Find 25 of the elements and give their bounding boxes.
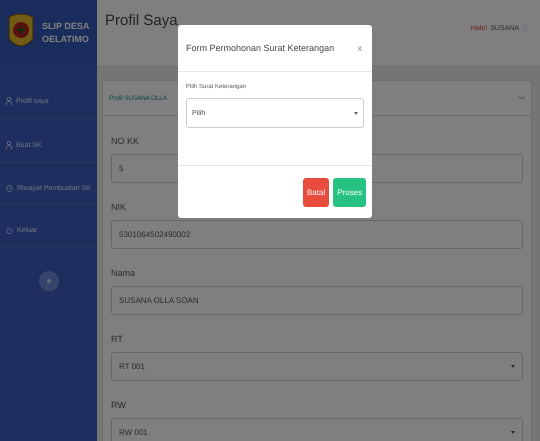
- field-label: Nama: [111, 268, 136, 278]
- submit-button[interactable]: Proses: [333, 178, 366, 206]
- field-label: RW: [111, 400, 126, 410]
- select-field[interactable]: RW 001: [111, 418, 523, 441]
- field-label: NO KK: [111, 136, 140, 146]
- caret-icon: [354, 112, 358, 114]
- chevron-icon[interactable]: [519, 96, 525, 100]
- power-icon: [6, 227, 13, 234]
- brand-name: SLIP DESA: [42, 20, 90, 32]
- modal-title: Form Permohonan Surat Keterangan: [186, 43, 334, 53]
- select-field[interactable]: RT 001: [111, 352, 523, 381]
- field-label: NIK: [111, 202, 126, 212]
- user-icon: [6, 141, 12, 150]
- user-icon: [6, 97, 12, 106]
- input-field[interactable]: 5301064502490002: [111, 220, 523, 249]
- page-title: Profil Saya: [105, 12, 178, 29]
- brand-name: OELATIMO: [42, 32, 90, 46]
- input-field[interactable]: SUSANA OLLA SOAN: [111, 286, 523, 315]
- avatar-icon[interactable]: [38, 271, 58, 291]
- caret-icon: [511, 365, 515, 368]
- caret-icon: [511, 431, 515, 434]
- cancel-button[interactable]: Batal: [302, 178, 330, 206]
- clock-icon: [6, 185, 13, 192]
- field-label: RT: [111, 334, 123, 344]
- close-button[interactable]: x: [356, 43, 364, 53]
